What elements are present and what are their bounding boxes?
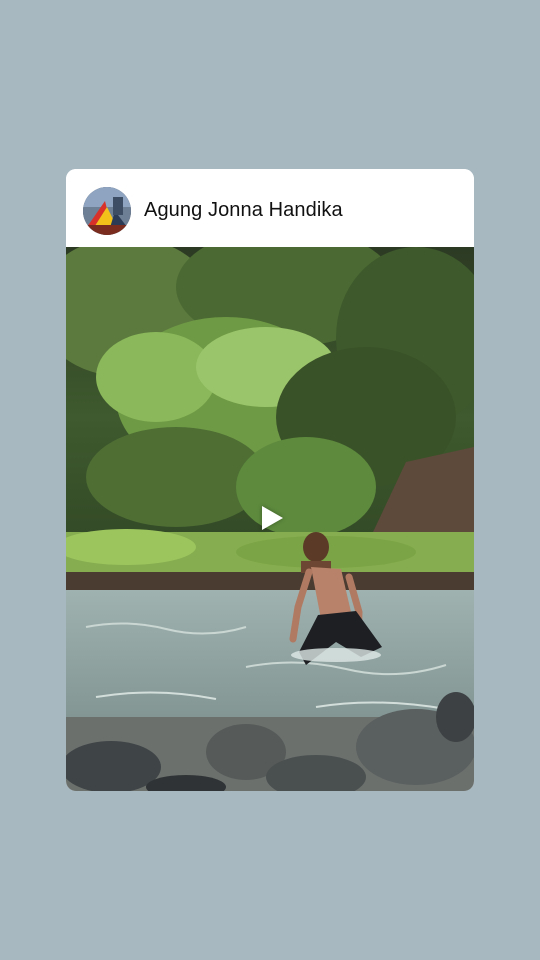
author-avatar[interactable] <box>83 187 131 235</box>
video-thumbnail[interactable] <box>66 247 474 791</box>
post-header: Agung Jonna Handika <box>66 169 474 247</box>
author-name[interactable]: Agung Jonna Handika <box>144 199 343 222</box>
play-icon[interactable] <box>262 506 283 530</box>
post-card: Agung Jonna Handika <box>66 169 474 791</box>
avatar-image <box>83 187 131 235</box>
